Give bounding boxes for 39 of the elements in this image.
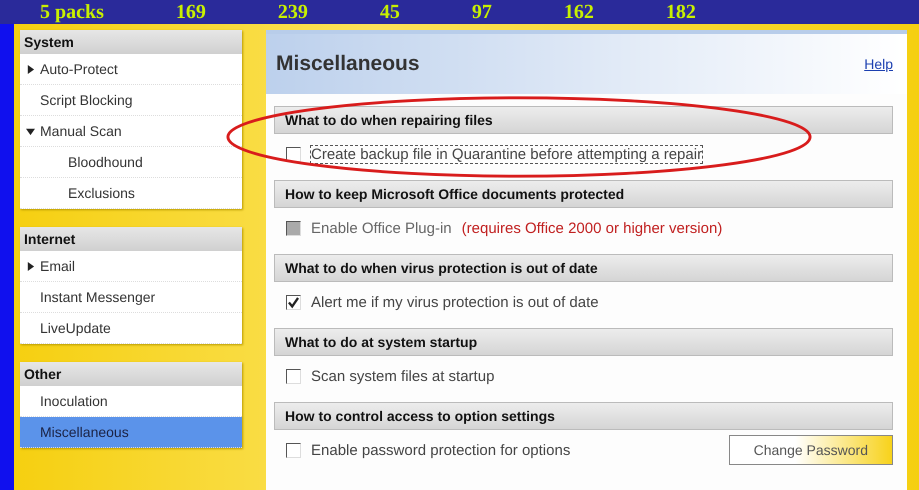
checkbox[interactable] <box>286 368 301 384</box>
sidebar-item[interactable]: Miscellaneous <box>20 417 242 448</box>
sidebar-item[interactable]: Auto-Protect <box>20 54 242 85</box>
slide-heading-text: 162 <box>564 1 594 23</box>
slide-heading-text: 239 <box>278 1 308 23</box>
slide-heading-text: 169 <box>176 1 206 23</box>
slide-heading-text: 45 <box>380 1 400 23</box>
section-heading: How to control access to option settings <box>274 402 893 430</box>
section-heading: What to do at system startup <box>274 328 893 356</box>
option-label[interactable]: Alert me if my virus protection is out of date <box>311 294 599 310</box>
change-password-button[interactable]: Change Password <box>728 435 893 465</box>
section-heading: What to do when virus protection is out of date <box>274 254 893 282</box>
expand-arrow-icon[interactable] <box>26 126 35 136</box>
option-label[interactable]: Scan system files at startup <box>311 368 494 384</box>
slide-heading-text: 182 <box>666 1 696 23</box>
group-title: Other <box>20 362 242 386</box>
requirement-note: (requires Office 2000 or higher version) <box>462 220 722 236</box>
expand-arrow-icon[interactable] <box>26 64 35 74</box>
slide-heading-text: 5 packs <box>40 1 104 23</box>
checkbox[interactable] <box>286 442 301 458</box>
sidebar-item[interactable]: Instant Messenger <box>20 282 242 313</box>
checkbox[interactable] <box>286 294 301 310</box>
checkbox[interactable] <box>286 146 301 162</box>
panel-title: Miscellaneous <box>276 52 420 76</box>
section-heading: How to keep Microsoft Office documents protected <box>274 180 893 208</box>
group-title: System <box>20 30 242 54</box>
help-link[interactable]: Help <box>864 56 893 72</box>
slide-heading-text: 97 <box>472 1 492 23</box>
section-heading: What to do when repairing files <box>274 106 893 134</box>
sidebar-item[interactable]: Script Blocking <box>20 85 242 116</box>
group-title: Internet <box>20 227 242 251</box>
option-label[interactable]: Enable password protection for options <box>311 442 570 458</box>
sidebar-item[interactable]: Bloodhound <box>20 147 242 178</box>
sidebar-item[interactable]: Manual Scan <box>20 116 242 147</box>
expand-arrow-icon[interactable] <box>26 262 35 270</box>
sidebar-item[interactable]: LiveUpdate <box>20 313 242 344</box>
sidebar-item[interactable]: Email <box>20 251 242 282</box>
sidebar-item[interactable]: Exclusions <box>20 178 242 209</box>
option-label[interactable]: Create backup file in Quarantine before attempting a repair <box>311 146 702 162</box>
